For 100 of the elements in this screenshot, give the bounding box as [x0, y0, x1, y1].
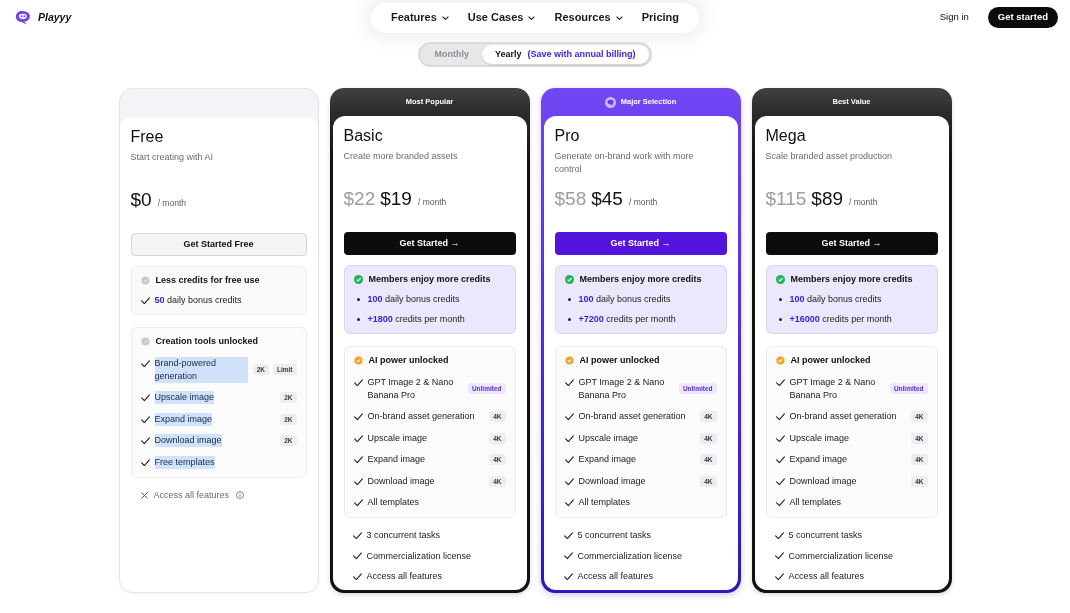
credit-text: 100 daily bonus credits — [578, 293, 671, 306]
brand-name: Playyy — [38, 9, 72, 25]
feature-text: Upscale image — [578, 431, 639, 445]
feature-text: Download image — [367, 474, 435, 488]
price: $0 — [130, 188, 152, 212]
check-icon — [564, 477, 574, 485]
feature-text: Download image — [154, 434, 222, 447]
check-icon — [140, 296, 150, 305]
extra-text: Access all features — [366, 570, 443, 583]
check-circle-icon — [564, 275, 574, 284]
check-icon — [140, 437, 150, 445]
credit-text: +16000 credits per month — [789, 313, 892, 326]
billing-tab[interactable]: Yearly (Save with annual billing) — [481, 45, 649, 64]
check-circle-icon — [775, 275, 785, 284]
plan-name: Pro — [554, 126, 581, 146]
check-badge-icon — [140, 276, 150, 285]
check-icon — [353, 378, 363, 386]
nav-link[interactable]: Pricing — [641, 9, 680, 26]
check-icon — [353, 477, 363, 485]
check-icon — [353, 434, 363, 442]
panel-title: Members enjoy more credits — [579, 273, 702, 286]
plan-tagline: Create more branded assets — [343, 150, 459, 163]
seal-check-icon — [564, 356, 574, 365]
check-icon — [775, 477, 785, 485]
feature-text: On-brand asset generation — [789, 410, 897, 423]
check-badge-icon — [140, 337, 150, 346]
feature-text: Expand image — [367, 453, 426, 466]
feature-text: Upscale image — [154, 391, 215, 404]
sign-in-link[interactable]: Sign in — [939, 10, 969, 25]
feature-text: On-brand asset generation — [578, 410, 686, 423]
extra-text: 5 concurrent tasks — [577, 529, 652, 542]
panel-title: Members enjoy more credits — [790, 273, 913, 286]
nav-link[interactable]: Features — [390, 9, 449, 26]
bullet-icon — [778, 298, 782, 301]
extra-text: 3 concurrent tasks — [366, 529, 441, 542]
check-icon — [775, 413, 785, 421]
nav-link[interactable]: Use Cases — [467, 9, 536, 26]
feature-text: Upscale image — [789, 431, 850, 445]
feature-text: Expand image — [154, 412, 213, 426]
extra-text: Commercialization license — [366, 549, 472, 563]
panel-title: AI power unlocked — [368, 354, 449, 367]
price: $19 — [380, 187, 412, 211]
seal-check-icon — [775, 356, 785, 365]
panel-title: AI power unlocked — [790, 354, 871, 367]
extra-text: 5 concurrent tasks — [788, 529, 863, 542]
logo-icon — [15, 10, 31, 25]
price-period: / month — [157, 197, 186, 210]
extra-text: Access all features — [577, 570, 654, 583]
credit-text: 50 daily bonus credits — [154, 294, 242, 307]
panel-title: Members enjoy more credits — [368, 273, 491, 286]
check-icon — [140, 458, 150, 466]
feature-text: All templates — [578, 496, 631, 509]
panel-title: Creation tools unlocked — [155, 335, 258, 348]
get-started-button[interactable]: Get started — [987, 7, 1058, 28]
feature-text: Expand image — [789, 453, 848, 466]
feature-text: Upscale image — [367, 431, 428, 445]
plan-tagline: Scale branded asset production — [765, 150, 894, 163]
feature-text: GPT Image 2 & Nano Banana Pro — [789, 375, 877, 402]
check-icon — [140, 394, 150, 402]
panel-title: Less credits for free use — [155, 274, 260, 287]
check-icon — [353, 456, 363, 464]
check-icon — [353, 413, 363, 421]
old-price: $115 — [765, 187, 807, 211]
feature-text: All templates — [789, 496, 842, 509]
plan-tagline: Generate on-brand work with more control — [554, 150, 695, 176]
logo-badge-icon — [604, 96, 616, 108]
check-icon — [775, 456, 785, 464]
credit-text: +7200 credits per month — [578, 313, 676, 326]
plan-name: Mega — [765, 126, 807, 146]
check-icon — [140, 359, 150, 367]
get-started-button[interactable]: Get Started Free — [130, 233, 307, 256]
bullet-icon — [356, 298, 360, 301]
nav-link[interactable]: Resources — [554, 9, 623, 26]
check-icon — [564, 456, 574, 464]
extra-text: Commercialization license — [788, 549, 894, 563]
check-icon — [140, 415, 150, 423]
feature-text: Download image — [578, 474, 646, 488]
check-icon — [564, 434, 574, 442]
price-period: / month — [628, 196, 658, 209]
plan-name: Free — [130, 127, 165, 147]
feature-text: All templates — [367, 496, 420, 509]
credit-text: +1800 credits per month — [367, 313, 465, 326]
check-icon — [775, 434, 785, 442]
get-started-button[interactable]: Get Started → — [765, 232, 938, 255]
bullet-icon — [778, 318, 782, 321]
price-period: / month — [849, 196, 878, 209]
feature-text: Download image — [789, 474, 857, 488]
check-icon — [353, 499, 363, 507]
credit-text: 100 daily bonus credits — [789, 293, 882, 306]
bullet-icon — [567, 298, 571, 301]
check-icon — [775, 499, 785, 507]
feature-text: Brand-powered generation — [154, 356, 248, 383]
extra-text: Access all features — [153, 488, 230, 502]
price-period: / month — [417, 196, 447, 209]
feature-text: GPT Image 2 & Nano Banana Pro — [578, 375, 666, 402]
get-started-button[interactable]: Get Started → — [343, 232, 516, 255]
credit-text: 100 daily bonus credits — [367, 293, 460, 306]
plan-tagline: Start creating with AI — [130, 151, 215, 164]
price: $45 — [591, 187, 623, 211]
get-started-button[interactable]: Get Started → — [554, 232, 727, 255]
